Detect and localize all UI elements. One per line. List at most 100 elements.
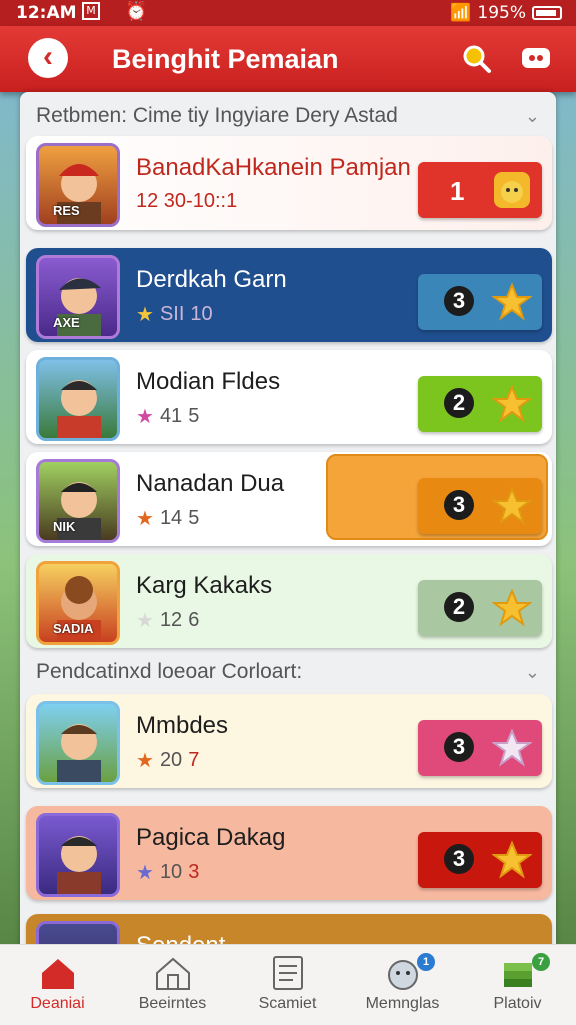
- chevron-left-icon: ‹: [43, 40, 53, 73]
- chat-icon[interactable]: [520, 42, 552, 74]
- rank-number: 1: [450, 176, 465, 206]
- section-title-bottom: Pendcatinxd loeoar Corloart:: [36, 660, 303, 683]
- nav-item-scan[interactable]: Scamiet: [230, 945, 345, 1025]
- star-icon: ★: [136, 304, 154, 326]
- rank-button[interactable]: 2: [418, 376, 542, 432]
- nav-label: Beeirntes: [138, 995, 207, 1012]
- star-icon: ★: [136, 750, 154, 772]
- list-item[interactable]: NIK Nanadan Dua ★ 14 5 3: [26, 452, 552, 546]
- stat-value: 20: [159, 749, 183, 771]
- rank-number: 2: [444, 592, 474, 622]
- row-stat: ★ 14 5: [136, 506, 199, 531]
- star-icon: [492, 840, 532, 879]
- avatar-badge: NIK: [53, 519, 76, 534]
- row-stat: 12 30-10::1: [136, 190, 237, 213]
- stat-value: 12: [159, 609, 183, 631]
- row-stat: ★ 20 7: [136, 748, 199, 773]
- nav-label: Memnglas: [365, 995, 440, 1012]
- rank-number: 2: [444, 388, 474, 418]
- row-stat: ★ 12 6: [136, 608, 199, 633]
- search-icon[interactable]: [460, 42, 492, 74]
- stat-value-secondary: 10: [190, 303, 213, 325]
- avatar-badge: SADIA: [53, 621, 94, 636]
- stat-value-secondary: 7: [188, 749, 200, 771]
- house-outline-icon: [156, 957, 190, 990]
- rank-number: 3: [444, 844, 474, 874]
- list-item[interactable]: Modian Fldes ★ 41 5 2: [26, 350, 552, 444]
- stat-value-secondary: 5: [188, 405, 200, 427]
- nav-label: Deaniai: [30, 995, 85, 1012]
- row-name: Karg Kakaks: [136, 572, 273, 599]
- list-item[interactable]: Mmbdes ★ 20 7 3: [26, 694, 552, 788]
- star-icon: [492, 282, 532, 321]
- star-icon: [492, 486, 532, 525]
- rank-number: 3: [444, 490, 474, 520]
- rank-button[interactable]: 3: [418, 832, 542, 888]
- app-header: ‹ Beinghit Pemaian: [0, 26, 576, 92]
- chevron-down-icon[interactable]: ⌄: [525, 106, 540, 127]
- list-item[interactable]: SADIA Karg Kakaks ★ 12 6 2: [26, 554, 552, 648]
- list-item[interactable]: AXE Derdkah Garn ★ SII 10 3: [26, 248, 552, 342]
- chevron-down-icon[interactable]: ⌄: [525, 662, 540, 683]
- row-name: BanadKaHkanein Pamjan: [136, 154, 411, 181]
- nav-item-shop[interactable]: Beeirntes: [115, 945, 230, 1025]
- avatar: RES: [36, 143, 120, 227]
- notification-badge: 7: [532, 953, 550, 971]
- rank-button[interactable]: 3: [418, 274, 542, 330]
- avatar: AXE: [36, 255, 120, 339]
- nav-item-messages[interactable]: 1 Memnglas: [345, 945, 460, 1025]
- rank-button[interactable]: 2: [418, 580, 542, 636]
- stat-value: 12 30-10::1: [136, 190, 238, 212]
- alarm-icon: ⏰: [125, 1, 148, 22]
- stat-value-secondary: 3: [188, 861, 200, 883]
- nav-label: Platoiv: [493, 995, 542, 1012]
- ranking-panel: Retbmen: Cime tiy Ingyiare Dery Astad ⌄ …: [20, 92, 556, 952]
- avatar-badge: RES: [53, 203, 80, 218]
- emoji-icon: [494, 172, 530, 208]
- bottom-nav: Deaniai Beeirntes Scamiet 1 Memnglas 7 P…: [0, 944, 576, 1025]
- stat-value-secondary: 5: [188, 507, 200, 529]
- stat-value: 41: [159, 405, 183, 427]
- list-item[interactable]: Pagica Dakag ★ 10 3 3: [26, 806, 552, 900]
- stat-value: SII: [159, 303, 185, 325]
- star-icon: ★: [136, 862, 154, 884]
- rank-button[interactable]: 1: [418, 162, 542, 218]
- nav-label: Scamiet: [258, 995, 317, 1012]
- star-icon: ★: [136, 406, 154, 428]
- document-icon: [273, 956, 303, 990]
- stat-value: 10: [159, 861, 183, 883]
- star-icon: [492, 588, 532, 627]
- battery-icon: [532, 6, 562, 20]
- avatar: [36, 357, 120, 441]
- row-stat: ★ 41 5: [136, 404, 199, 429]
- avatar: [36, 701, 120, 785]
- row-name: Nanadan Dua: [136, 470, 285, 497]
- nav-item-home[interactable]: Deaniai: [0, 945, 115, 1025]
- section-title-top: Retbmen: Cime tiy Ingyiare Dery Astad: [36, 104, 398, 127]
- avatar: NIK: [36, 459, 120, 543]
- rank-button[interactable]: 3: [418, 720, 542, 776]
- row-name: Pagica Dakag: [136, 824, 286, 851]
- page-title: Beinghit Pemaian: [112, 44, 339, 74]
- row-stat: ★ SII 10: [136, 302, 213, 327]
- avatar-badge: AXE: [53, 315, 80, 330]
- notification-icon: M: [82, 2, 100, 20]
- back-button[interactable]: ‹: [28, 38, 68, 78]
- avatar: [36, 813, 120, 897]
- stat-value-secondary: 6: [188, 609, 200, 631]
- rank-button[interactable]: 3: [418, 478, 542, 534]
- avatar: SADIA: [36, 561, 120, 645]
- star-icon: ★: [136, 610, 154, 632]
- list-item[interactable]: RES BanadKaHkanein Pamjan 12 30-10::1 1: [26, 136, 552, 230]
- status-bar: 12:AM M ⏰ 📶 195%: [0, 0, 576, 26]
- notification-badge: 1: [417, 953, 435, 971]
- home-icon: [42, 959, 74, 989]
- row-stat: ★ 10 3: [136, 860, 199, 885]
- row-name: Modian Fldes: [136, 368, 281, 395]
- star-icon: ★: [136, 508, 154, 530]
- star-icon: [492, 728, 532, 767]
- stat-value: 14: [159, 507, 183, 529]
- rank-number: 3: [444, 286, 474, 316]
- nav-item-history[interactable]: 7 Platoiv: [460, 945, 575, 1025]
- wifi-icon: 📶: [450, 3, 472, 23]
